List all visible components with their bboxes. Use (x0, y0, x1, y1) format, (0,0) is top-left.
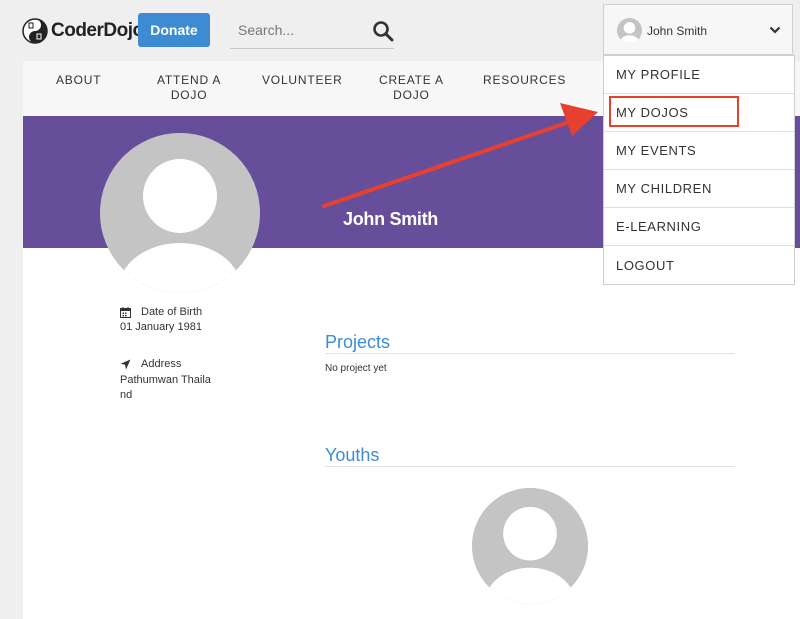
projects-empty-text: No project yet (325, 363, 387, 374)
projects-heading: Projects (325, 332, 391, 352)
location-arrow-icon (120, 359, 131, 369)
address-label: Address (120, 358, 181, 370)
address-line2: nd (120, 389, 133, 401)
menu-item-my-profile[interactable]: MY PROFILE (604, 56, 794, 94)
nav-about[interactable]: ABOUT (56, 73, 101, 88)
yin-yang-logo-icon (22, 18, 48, 44)
user-avatar (617, 18, 642, 43)
profile-avatar (100, 133, 260, 293)
nav-create-line2: DOJO (393, 88, 430, 102)
coderdojo-logo[interactable]: CoderDojo (22, 16, 144, 46)
search-bar (230, 12, 394, 49)
menu-item-e-learning[interactable]: E-LEARNING (604, 208, 794, 246)
user-dropdown-menu: MY PROFILE MY DOJOS MY EVENTS MY CHILDRE… (603, 55, 795, 285)
dob-label-text: Date of Birth (141, 306, 203, 318)
avatar-placeholder-icon (472, 488, 588, 604)
nav-volunteer[interactable]: VOLUNTEER (262, 73, 343, 88)
brand-name: CoderDojo (51, 20, 144, 41)
profile-name: John Smith (343, 209, 438, 229)
dob-value: 01 January 1981 (120, 321, 202, 333)
menu-item-my-children[interactable]: MY CHILDREN (604, 170, 794, 208)
highlight-box (609, 96, 739, 127)
calendar-icon (120, 306, 131, 318)
nav-create-a-dojo[interactable]: CREATE A DOJO (379, 73, 444, 103)
dob-label: Date of Birth (120, 306, 202, 318)
user-name: John Smith (647, 24, 708, 38)
avatar-placeholder-icon (617, 18, 642, 43)
nav-attend-a-dojo[interactable]: ATTEND A DOJO (157, 73, 221, 103)
address-label-text: Address (141, 358, 182, 370)
youths-heading: Youths (325, 445, 380, 465)
nav-resources[interactable]: RESOURCES (483, 73, 566, 88)
projects-divider (325, 353, 735, 354)
menu-item-logout[interactable]: LOGOUT (604, 246, 794, 284)
nav-attend-line1: ATTEND A (157, 73, 222, 87)
search-icon[interactable] (372, 20, 394, 42)
address-line1: Pathumwan Thaila (120, 374, 211, 386)
youth-avatar[interactable] (472, 488, 588, 604)
address-value: Pathumwan Thaila nd (120, 373, 211, 403)
search-input[interactable] (230, 18, 368, 42)
avatar-placeholder-icon (100, 133, 260, 293)
nav-create-line1: CREATE A (379, 73, 444, 87)
chevron-down-icon (769, 26, 781, 34)
menu-item-my-events[interactable]: MY EVENTS (604, 132, 794, 170)
donate-button[interactable]: Donate (138, 13, 210, 47)
nav-attend-line2: DOJO (170, 88, 208, 102)
user-menu-toggle[interactable]: John Smith (603, 4, 793, 55)
youths-divider (325, 466, 735, 467)
